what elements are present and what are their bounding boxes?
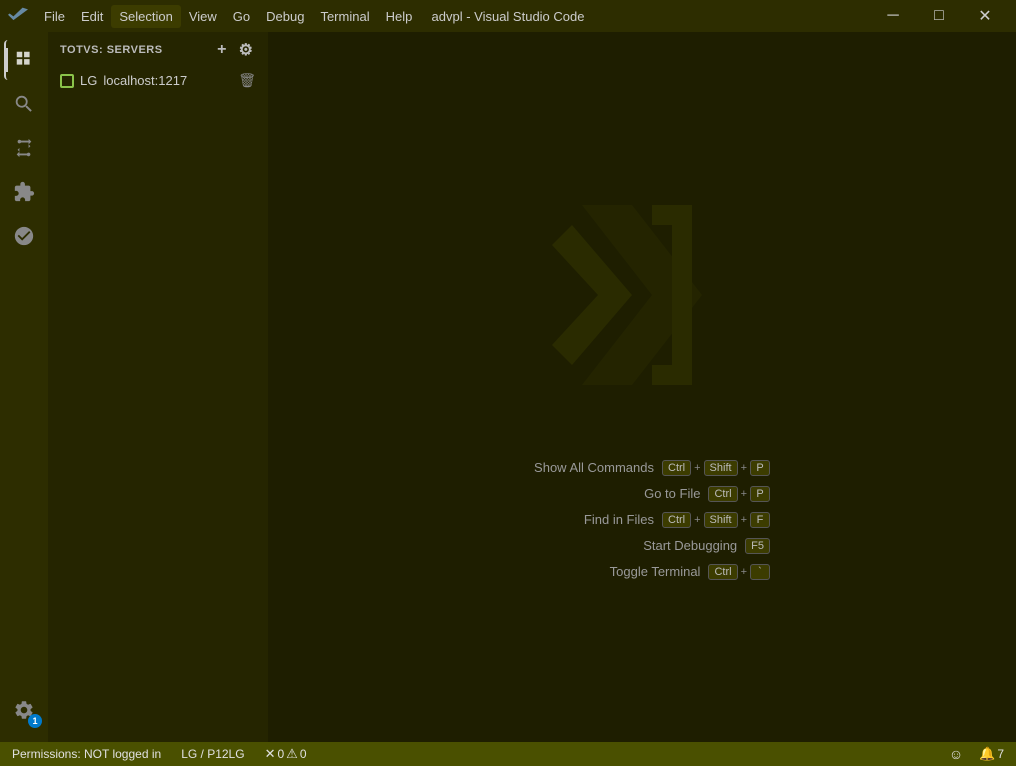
kbd-p-2: P [750, 486, 770, 502]
kbd-f: F [750, 512, 770, 528]
statusbar-left: Permissions: NOT logged in LG / P12LG ✕ … [8, 746, 311, 762]
warning-count: 0 [300, 747, 307, 761]
error-icon: ✕ [265, 746, 276, 762]
shortcut-row-find: Find in Files Ctrl + Shift + F [514, 512, 770, 528]
activity-explorer[interactable] [4, 40, 44, 80]
kbd-ctrl-2: Ctrl [708, 486, 737, 502]
server-info-text: LG / P12LG [181, 747, 244, 761]
restore-button[interactable]: □ [916, 0, 962, 32]
notification-count: 7 [997, 747, 1004, 761]
smiley-icon: ☺ [949, 746, 963, 762]
shortcut-row-commands: Show All Commands Ctrl + Shift + P [514, 460, 770, 476]
vscode-watermark [542, 195, 742, 400]
menu-go[interactable]: Go [225, 5, 258, 28]
titlebar-left: File Edit Selection View Go Debug Termin… [8, 5, 420, 28]
server-name: LG [80, 73, 97, 88]
bell-icon: 🔔 [979, 746, 995, 762]
error-count: 0 [277, 747, 284, 761]
kbd-shift-2: Shift [704, 512, 738, 528]
statusbar-server-info[interactable]: LG / P12LG [177, 747, 248, 761]
minimize-button[interactable]: ─ [870, 0, 916, 32]
titlebar: File Edit Selection View Go Debug Termin… [0, 0, 1016, 32]
settings-badge: 1 [28, 714, 42, 728]
menu-view[interactable]: View [181, 5, 225, 28]
shortcut-label-commands: Show All Commands [514, 460, 654, 475]
activity-search[interactable] [4, 84, 44, 124]
kbd-shift: Shift [704, 460, 738, 476]
warning-icon: ⚠ [286, 746, 298, 762]
kbd-ctrl-3: Ctrl [662, 512, 691, 528]
window-controls: ─ □ ✕ [870, 0, 1008, 32]
menu-selection[interactable]: Selection [111, 5, 180, 28]
welcome-shortcuts: Show All Commands Ctrl + Shift + P Go to… [514, 460, 770, 580]
shortcut-keys-terminal: Ctrl + ` [708, 564, 770, 580]
shortcut-keys-debug: F5 [745, 538, 770, 554]
editor-area: Show All Commands Ctrl + Shift + P Go to… [268, 32, 1016, 742]
server-list-item[interactable]: LG localhost:1217 🗑 [48, 68, 268, 93]
sidebar-settings-button[interactable]: ⚙ [236, 40, 256, 60]
shortcut-keys-commands: Ctrl + Shift + P [662, 460, 770, 476]
sidebar: TOTVS: SERVERS + ⚙ LG localhost:1217 🗑 [48, 32, 268, 742]
activity-bar-bottom: 1 [4, 690, 44, 742]
statusbar-errors[interactable]: ✕ 0 ⚠ 0 [261, 746, 311, 762]
shortcut-label-find: Find in Files [514, 512, 654, 527]
main-area: 1 TOTVS: SERVERS + ⚙ LG localhost:1217 🗑 [0, 32, 1016, 742]
activity-extensions[interactable] [4, 172, 44, 212]
sidebar-header-actions: + ⚙ [212, 40, 256, 60]
kbd-f5: F5 [745, 538, 770, 554]
menu-edit[interactable]: Edit [73, 5, 111, 28]
shortcut-label-goto-file: Go to File [560, 486, 700, 501]
permissions-text: Permissions: NOT logged in [12, 747, 161, 761]
activity-source-control[interactable] [4, 128, 44, 168]
window-title: advpl - Visual Studio Code [432, 9, 585, 24]
statusbar-permissions[interactable]: Permissions: NOT logged in [8, 747, 165, 761]
add-server-button[interactable]: + [212, 40, 232, 60]
menu-bar: File Edit Selection View Go Debug Termin… [36, 5, 420, 28]
statusbar-smiley[interactable]: ☺ [945, 746, 967, 762]
shortcut-keys-goto-file: Ctrl + P [708, 486, 770, 502]
statusbar-notifications[interactable]: 🔔 7 [975, 746, 1008, 762]
delete-server-button[interactable]: 🗑 [238, 72, 256, 89]
sidebar-header: TOTVS: SERVERS + ⚙ [48, 32, 268, 68]
kbd-ctrl: Ctrl [662, 460, 691, 476]
server-status-icon [60, 74, 74, 88]
menu-help[interactable]: Help [378, 5, 421, 28]
kbd-p: P [750, 460, 770, 476]
kbd-backtick: ` [750, 564, 770, 580]
shortcut-label-terminal: Toggle Terminal [560, 564, 700, 579]
statusbar: Permissions: NOT logged in LG / P12LG ✕ … [0, 742, 1016, 766]
activity-remote-explorer[interactable] [4, 216, 44, 256]
shortcut-row-debug: Start Debugging F5 [597, 538, 770, 554]
shortcut-row-terminal: Toggle Terminal Ctrl + ` [560, 564, 770, 580]
shortcut-label-debug: Start Debugging [597, 538, 737, 553]
vscode-logo-icon [8, 6, 28, 26]
sidebar-title: TOTVS: SERVERS [60, 44, 163, 56]
menu-terminal[interactable]: Terminal [312, 5, 377, 28]
statusbar-right: ☺ 🔔 7 [945, 746, 1008, 762]
shortcut-keys-find: Ctrl + Shift + F [662, 512, 770, 528]
server-host: localhost:1217 [103, 73, 187, 88]
kbd-ctrl-4: Ctrl [708, 564, 737, 580]
activity-bar: 1 [0, 32, 48, 742]
shortcut-row-goto-file: Go to File Ctrl + P [560, 486, 770, 502]
activity-settings[interactable]: 1 [4, 690, 44, 730]
close-button[interactable]: ✕ [962, 0, 1008, 32]
menu-debug[interactable]: Debug [258, 5, 312, 28]
menu-file[interactable]: File [36, 5, 73, 28]
